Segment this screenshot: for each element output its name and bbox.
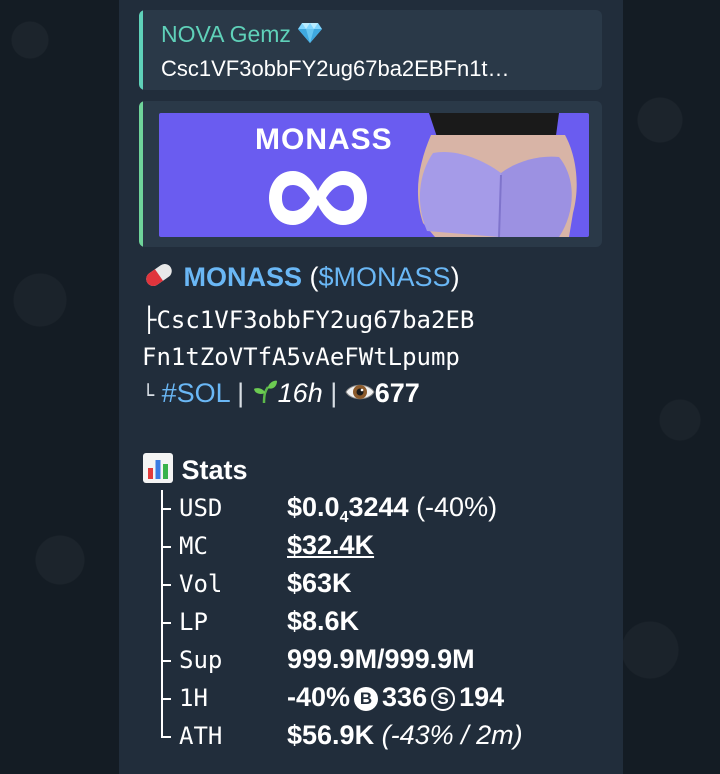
chain-hashtag[interactable]: #SOL (162, 378, 230, 408)
forward-channel-name[interactable]: NOVA Gemz (161, 21, 323, 48)
ath-detail: (-43% / 2m) (381, 720, 523, 750)
pill-icon (146, 263, 172, 287)
sup-label: Sup (179, 646, 223, 674)
lp-value: $8.6K (287, 606, 360, 636)
separator: | (237, 378, 245, 408)
accent-bar (139, 10, 143, 90)
buys-icon: B (354, 687, 379, 711)
eye-icon (345, 384, 375, 400)
channel-name-text: NOVA Gemz (161, 21, 291, 47)
token-age: 16h (277, 378, 323, 408)
token-meta-line: └ #SOL | 16h | 677 (142, 376, 420, 412)
price-digits: 3244 (348, 492, 409, 522)
gem-icon (298, 23, 323, 43)
banner-title: MONASS (255, 123, 393, 156)
address-part-1: Csc1VF3obbFY2ug67ba2EB (156, 306, 475, 334)
tree-connector (161, 490, 171, 528)
stats-title: Stats (181, 455, 248, 485)
tree-end: └ (142, 383, 155, 407)
tree-connector (161, 566, 171, 604)
token-ticker-link[interactable]: $MONASS (319, 262, 451, 292)
seedling-icon (253, 380, 277, 404)
tree-branch: ├ (142, 306, 157, 334)
forward-preview-text: Csc1VF3obbFY2ug67ba2EBFn1t… (161, 56, 510, 81)
forward-header[interactable]: NOVA Gemz Csc1VF3obbFY2ug67ba2EBFn1t… (139, 10, 602, 90)
mc-value-link[interactable]: $32.4K (287, 530, 374, 561)
tree-connector (161, 642, 171, 680)
usd-label: USD (179, 494, 223, 522)
sells-icon: S (431, 687, 456, 711)
buys-count: 336 (382, 682, 428, 712)
separator: | (330, 378, 338, 408)
mc-label: MC (179, 532, 208, 560)
contract-address-line-1[interactable]: ├Csc1VF3obbFY2ug67ba2EB (142, 303, 474, 337)
vol-value: $63K (287, 568, 352, 598)
media-preview[interactable]: MONASS (139, 101, 602, 247)
token-title-line: MONASS ($MONASS) (142, 260, 460, 294)
infinity-icon (269, 171, 367, 225)
address-part-2: Fn1tZoVTfA5vAeFWtLpump (142, 343, 460, 371)
bar-chart-icon (143, 453, 173, 483)
ticker-open: ( (302, 262, 319, 292)
tree-connector-end (161, 718, 171, 738)
ath-label: ATH (179, 722, 223, 750)
stats-header: Stats (142, 452, 248, 487)
tree-connector (161, 528, 171, 566)
ticker-close: ) (450, 262, 460, 292)
token-banner-image[interactable]: MONASS (159, 113, 589, 237)
price-prefix: $0.0 (287, 492, 340, 522)
sells-count: 194 (459, 682, 505, 712)
sup-value: 999.9M/999.9M (287, 644, 475, 674)
h1-change: -40% (287, 682, 351, 712)
view-count: 677 (374, 378, 420, 408)
figure-illustration (417, 113, 577, 237)
tree-connector (161, 604, 171, 642)
ath-value: $56.9K (-43% / 2m) (287, 720, 523, 751)
token-name-link[interactable]: MONASS (184, 262, 303, 292)
usd-value: $0.043244 (-40%) (287, 492, 497, 527)
ath-amount: $56.9K (287, 720, 375, 750)
vol-label: Vol (179, 570, 223, 598)
h1-value: -40% B 336 S 194 (287, 682, 504, 713)
h1-label: 1H (179, 684, 208, 712)
usd-change: (-40%) (416, 492, 498, 522)
accent-bar (139, 101, 143, 247)
tree-connector (161, 680, 171, 718)
contract-address-line-2[interactable]: Fn1tZoVTfA5vAeFWtLpump (142, 340, 460, 374)
lp-label: LP (179, 608, 208, 636)
